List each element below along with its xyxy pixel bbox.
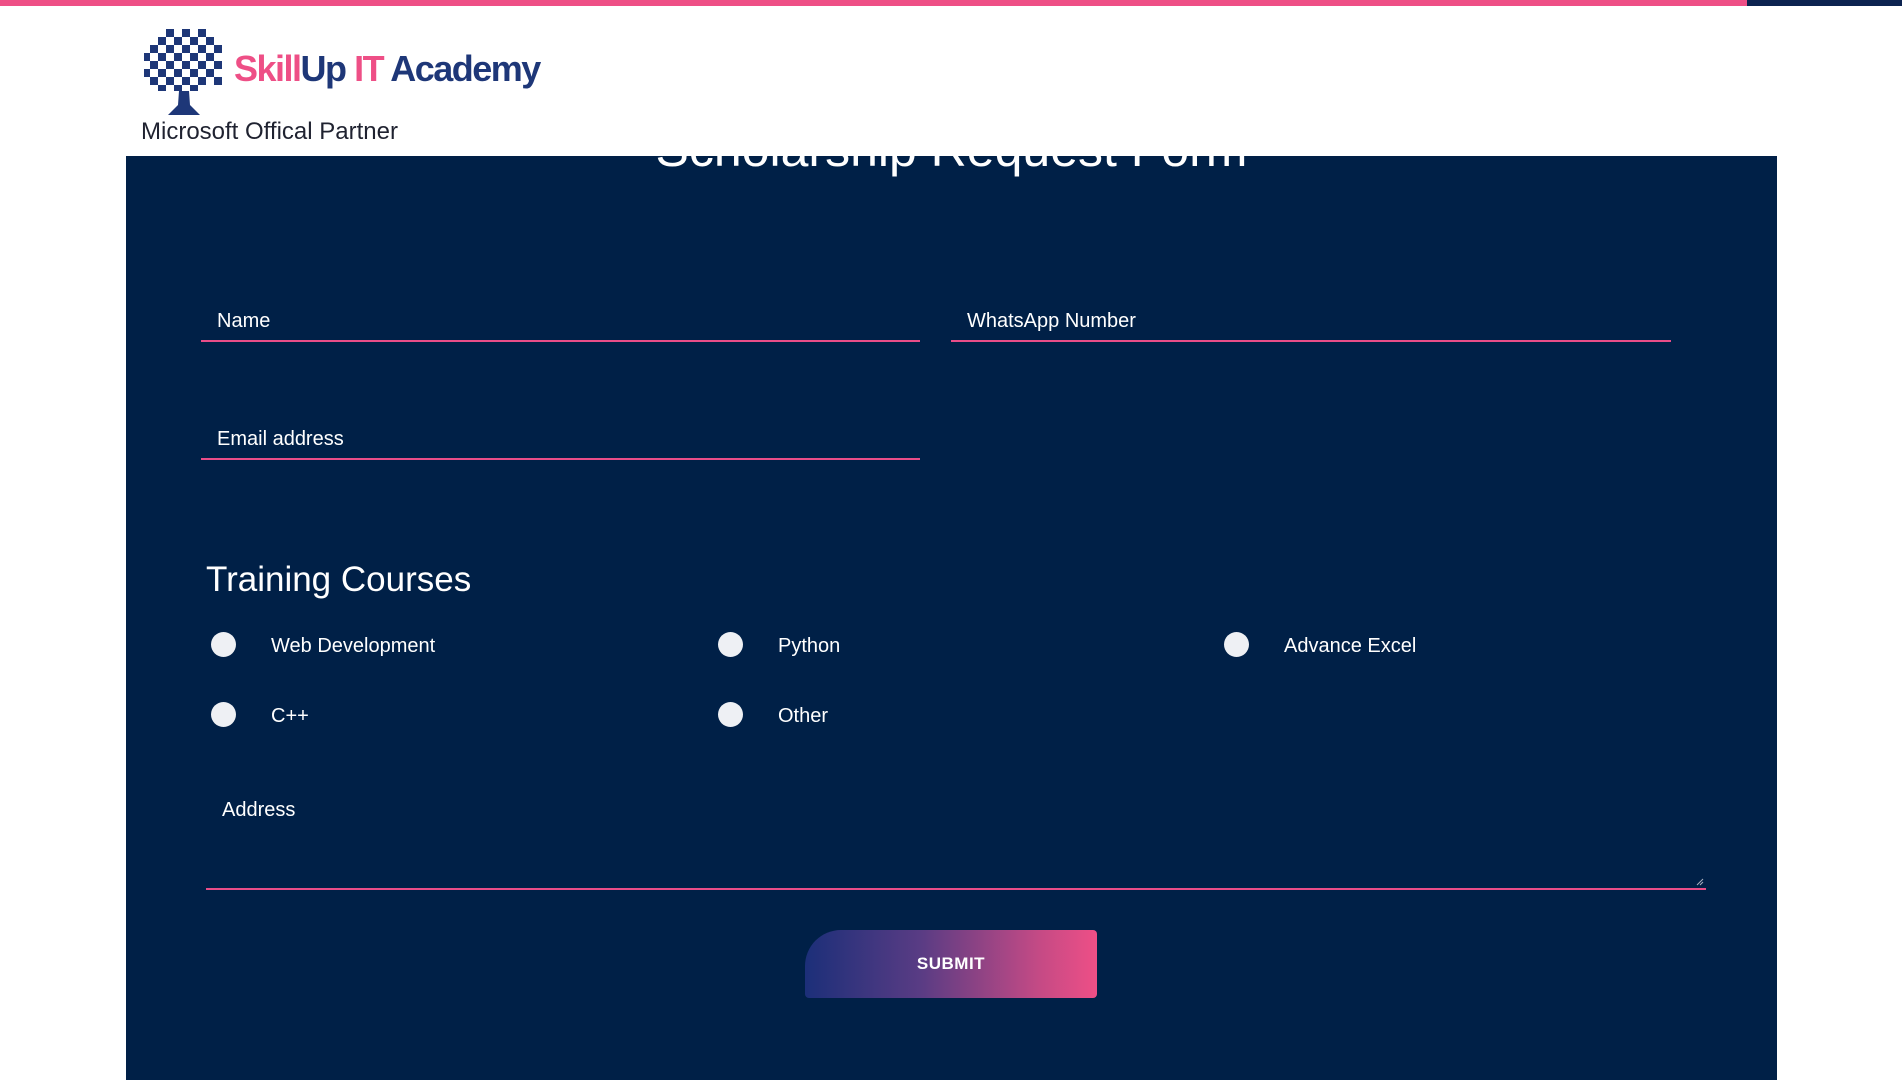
training-courses-heading: Training Courses (206, 560, 472, 599)
radio-advance-excel[interactable] (1224, 632, 1249, 657)
page: Scholarship Request Form SkillUp IT Acad… (0, 0, 1902, 1080)
name-field (201, 302, 920, 342)
radio-label-web-development[interactable]: Web Development (271, 635, 435, 658)
logo-text-up: Up (300, 48, 348, 89)
radio-label-python[interactable]: Python (778, 635, 840, 658)
radio-label-advance-excel[interactable]: Advance Excel (1284, 635, 1416, 658)
address-field (206, 795, 1706, 890)
radio-other[interactable] (718, 702, 743, 727)
logo-text-it: IT (354, 48, 385, 89)
radio-cpp[interactable] (211, 702, 236, 727)
radio-web-development[interactable] (211, 632, 236, 657)
logo-text-skill: Skill (234, 48, 302, 89)
whatsapp-number-input[interactable] (951, 302, 1671, 340)
email-field (201, 420, 920, 460)
submit-button[interactable]: SUBMIT (805, 930, 1097, 998)
email-input[interactable] (201, 420, 920, 458)
radio-label-cpp[interactable]: C++ (271, 705, 309, 728)
site-header: SkillUp IT Academy Microsoft Offical Par… (0, 6, 1902, 156)
address-textarea[interactable] (206, 795, 1706, 888)
radio-python[interactable] (718, 632, 743, 657)
resize-grip-icon[interactable] (1696, 878, 1704, 886)
radio-label-other[interactable]: Other (778, 705, 828, 728)
whatsapp-field (951, 302, 1671, 342)
logo-text-academy: Academy (390, 48, 541, 89)
partner-subtitle: Microsoft Offical Partner (141, 118, 398, 145)
chess-board-tree-icon (144, 29, 222, 115)
logo-wordmark: SkillUp IT Academy (234, 48, 541, 90)
name-input[interactable] (201, 302, 920, 340)
